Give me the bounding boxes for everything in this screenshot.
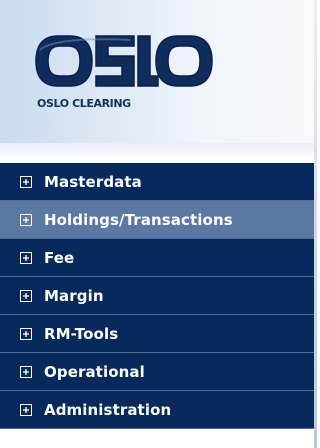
plus-box-icon	[20, 290, 32, 302]
plus-box-icon	[20, 328, 32, 340]
menu-item-label: RM-Tools	[44, 325, 119, 343]
menu-item-margin[interactable]: Margin	[0, 277, 317, 315]
plus-box-icon	[20, 366, 32, 378]
menu-item-label: Operational	[44, 363, 145, 381]
menu-item-label: Holdings/Transactions	[44, 211, 233, 229]
menu-item-operational[interactable]: Operational	[0, 353, 317, 391]
menu-item-label: Masterdata	[44, 173, 142, 191]
plus-box-icon	[20, 176, 32, 188]
menu-item-label: Margin	[44, 287, 104, 305]
menu-item-label: Fee	[44, 249, 75, 267]
menu-item-holdings-transactions[interactable]: Holdings/Transactions	[0, 201, 317, 239]
menu-item-rm-tools[interactable]: RM-Tools	[0, 315, 317, 353]
plus-box-icon	[20, 214, 32, 226]
plus-box-icon	[20, 252, 32, 264]
oslo-clearing-logo[interactable]	[30, 30, 216, 92]
window-edge	[314, 0, 317, 448]
header-divider	[0, 143, 317, 161]
menu-item-administration[interactable]: Administration	[0, 391, 317, 429]
menu-item-masterdata[interactable]: Masterdata	[0, 163, 317, 201]
plus-box-icon	[20, 404, 32, 416]
menu-item-fee[interactable]: Fee	[0, 239, 317, 277]
logo-text: OSLO CLEARING	[37, 97, 131, 110]
header-banner: OSLO CLEARING	[0, 0, 317, 143]
menu-item-label: Administration	[44, 401, 172, 419]
